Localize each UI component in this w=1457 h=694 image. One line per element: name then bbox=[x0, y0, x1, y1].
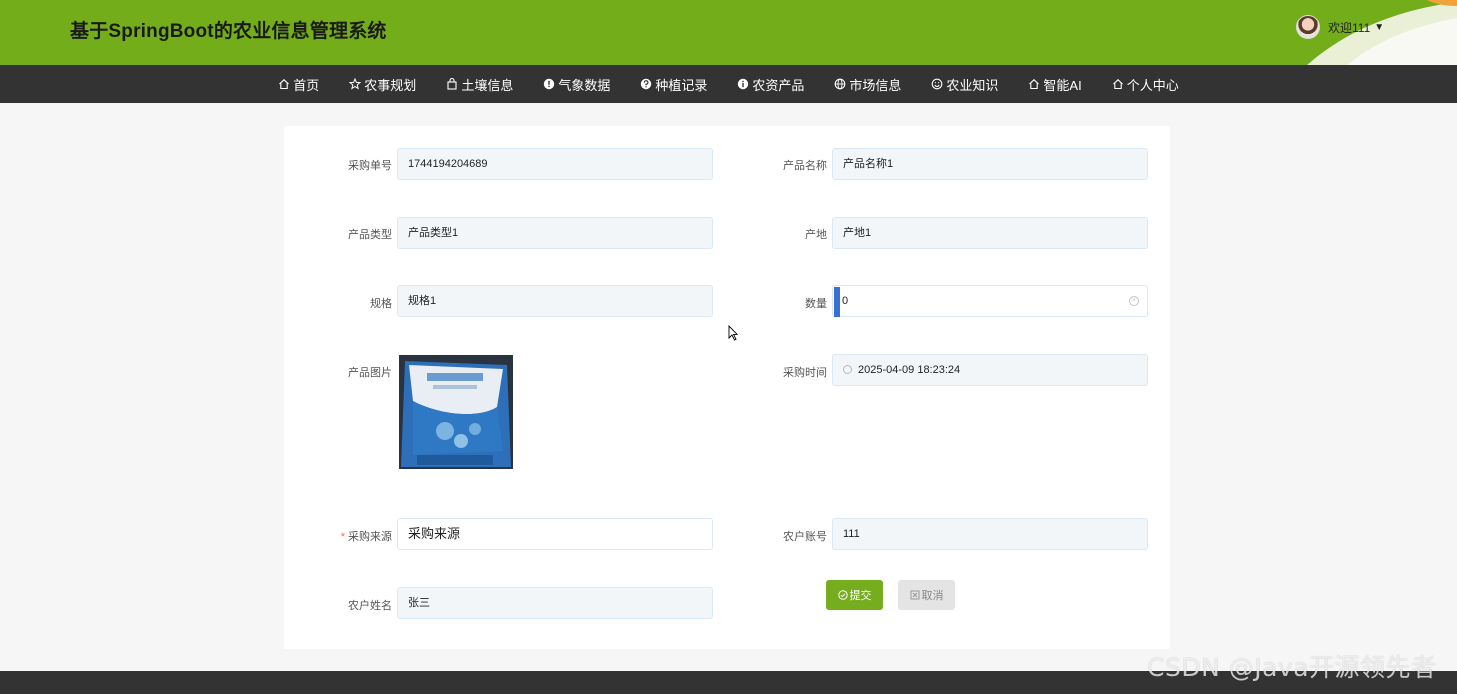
farmer-account-field[interactable]: 111 bbox=[832, 518, 1148, 550]
nav-item-soil-info[interactable]: 土壤信息 bbox=[446, 75, 513, 94]
origin-label: 产地 bbox=[805, 229, 827, 241]
smile-icon bbox=[932, 78, 943, 90]
product-type-label: 产品类型 bbox=[348, 229, 392, 241]
purchase-time-label: 采购时间 bbox=[783, 367, 827, 379]
home-icon bbox=[1112, 79, 1123, 90]
product-image-label: 产品图片 bbox=[348, 367, 392, 379]
source-label: * 采购来源 bbox=[340, 531, 392, 543]
star-icon bbox=[349, 78, 362, 90]
nav-item-farm-planning[interactable]: 农事规划 bbox=[349, 75, 416, 94]
purchase-time-value: 2025-04-09 18:23:24 bbox=[858, 364, 961, 376]
quantity-value: 0 bbox=[842, 295, 849, 307]
home-icon bbox=[279, 79, 290, 90]
mouse-pointer-icon bbox=[728, 325, 738, 341]
chevron-down-icon: ▼ bbox=[1374, 21, 1385, 33]
quantity-input[interactable]: 0 × bbox=[832, 285, 1148, 317]
cancel-button[interactable]: 取消 bbox=[898, 580, 955, 610]
nav-item-planting-records[interactable]: 种植记录 bbox=[640, 75, 707, 94]
watermark: CSDN @Java开源领先者 bbox=[1147, 653, 1437, 682]
product-name-field[interactable]: 产品名称1 bbox=[832, 148, 1148, 180]
source-input[interactable]: 采购来源 bbox=[397, 518, 713, 550]
top-header: 基于SpringBoot的农业信息管理系统 欢迎111 ▼ bbox=[0, 0, 1457, 65]
farmer-name-field[interactable]: 张三 bbox=[397, 587, 713, 619]
farmer-name-label: 农户姓名 bbox=[348, 600, 392, 612]
spec-label: 规格 bbox=[370, 298, 392, 310]
purchase-time-field[interactable]: 2025-04-09 18:23:24 bbox=[832, 354, 1148, 386]
order-no-label: 采购单号 bbox=[348, 160, 392, 172]
info-icon bbox=[738, 78, 749, 90]
nav-item-smart-ai[interactable]: 智能AI bbox=[1028, 75, 1082, 94]
order-no-field[interactable]: 1744194204689 bbox=[397, 148, 713, 180]
info-icon bbox=[544, 78, 555, 90]
clock-icon bbox=[843, 365, 852, 374]
spec-field[interactable]: 规格1 bbox=[397, 285, 713, 317]
product-image[interactable] bbox=[399, 355, 513, 469]
question-icon bbox=[641, 78, 652, 90]
text-cursor bbox=[834, 287, 840, 317]
nav-item-home[interactable]: 首页 bbox=[278, 75, 319, 94]
clear-icon[interactable]: × bbox=[1129, 296, 1139, 306]
product-name-label: 产品名称 bbox=[783, 160, 827, 172]
home-icon bbox=[1029, 79, 1040, 90]
main-nav: 首页 农事规划 土壤信息 气象数据 种植记录 农资产品 市场信息 农业知识 智能… bbox=[0, 65, 1457, 103]
check-circle-icon bbox=[837, 590, 848, 600]
nav-item-personal-center[interactable]: 个人中心 bbox=[1112, 75, 1179, 94]
nav-item-market-info[interactable]: 市场信息 bbox=[834, 75, 901, 94]
farmer-account-label: 农户账号 bbox=[783, 531, 827, 543]
submit-button[interactable]: 提交 bbox=[826, 580, 883, 610]
user-menu[interactable]: 欢迎111 ▼ bbox=[1296, 14, 1384, 40]
bag-icon bbox=[447, 78, 457, 90]
app-title: 基于SpringBoot的农业信息管理系统 bbox=[70, 21, 387, 42]
required-mark: * bbox=[340, 531, 345, 543]
nav-item-weather-data[interactable]: 气象数据 bbox=[543, 75, 610, 94]
product-type-field[interactable]: 产品类型1 bbox=[397, 217, 713, 249]
close-box-icon bbox=[910, 590, 919, 600]
globe-icon bbox=[835, 78, 846, 90]
avatar bbox=[1296, 15, 1320, 39]
welcome-text: 欢迎111 bbox=[1328, 20, 1371, 35]
nav-item-agri-products[interactable]: 农资产品 bbox=[737, 75, 804, 94]
nav-item-agri-knowledge[interactable]: 农业知识 bbox=[931, 75, 998, 94]
quantity-label: 数量 bbox=[805, 298, 827, 310]
origin-field[interactable]: 产地1 bbox=[832, 217, 1148, 249]
product-photo bbox=[399, 355, 513, 469]
